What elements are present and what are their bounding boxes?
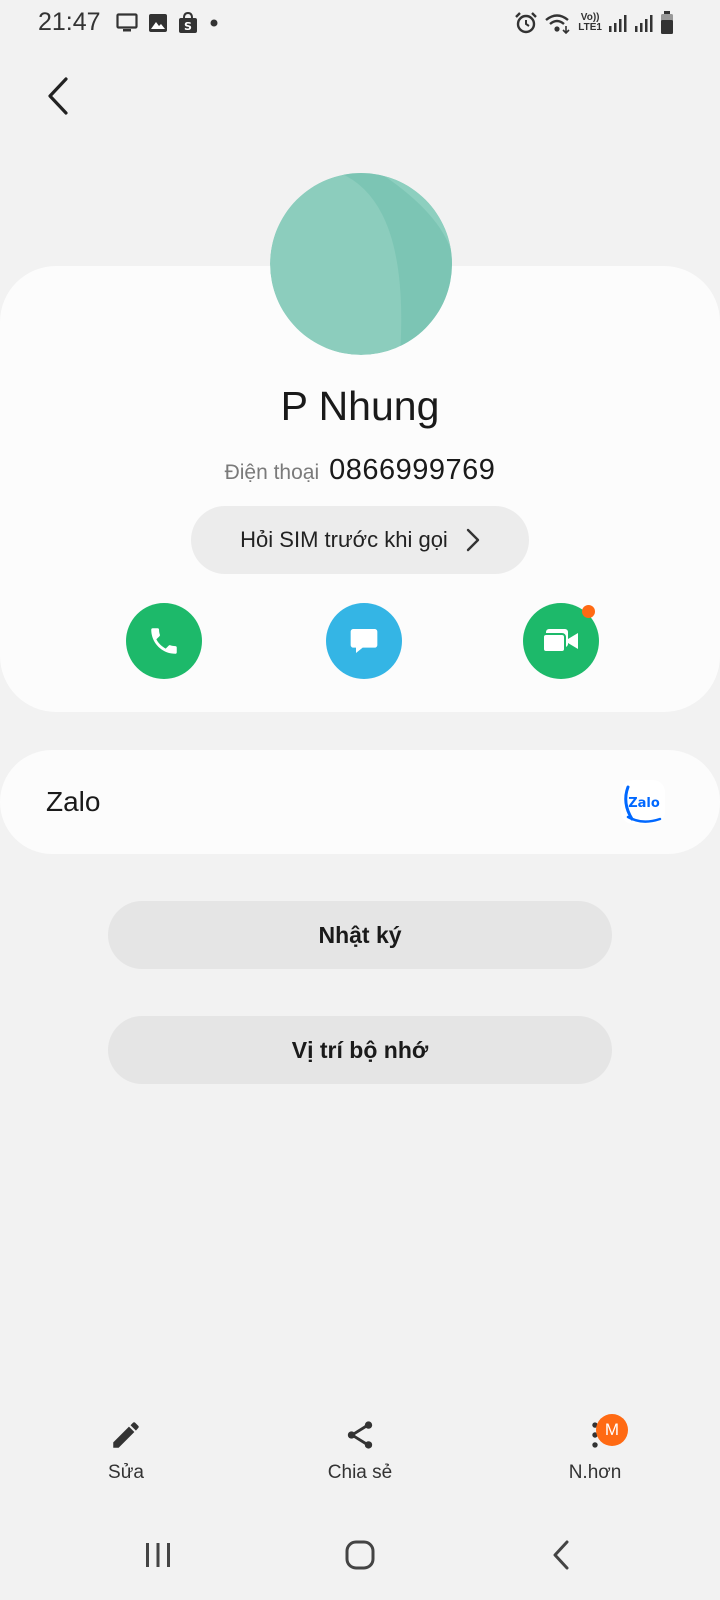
svg-text:S: S [184, 20, 192, 33]
chevron-left-icon [48, 77, 68, 115]
signal-icon [634, 13, 654, 33]
share-button[interactable]: Chia sẻ [290, 1418, 430, 1484]
more-badge: M [596, 1414, 628, 1446]
recents-icon [146, 1543, 170, 1567]
back-button[interactable] [36, 74, 80, 118]
more-label: N.hơn [568, 1462, 622, 1483]
share-icon [347, 1421, 373, 1449]
back-icon [553, 1540, 569, 1570]
log-button[interactable]: Nhật ký [108, 901, 612, 969]
battery-icon [660, 11, 674, 35]
nav-recents-button[interactable] [128, 1532, 188, 1578]
nav-back-button[interactable] [531, 1532, 591, 1578]
video-notification-dot [582, 605, 595, 618]
shopee-icon: S [178, 12, 198, 34]
call-button[interactable] [126, 603, 202, 679]
avatar[interactable] [270, 173, 452, 355]
video-icon [542, 629, 578, 653]
contact-name: P Nhung [280, 383, 440, 429]
chevron-right-icon [466, 528, 480, 552]
phone-row[interactable]: Điện thoại 0866999769 [0, 454, 720, 487]
message-button[interactable] [326, 603, 402, 679]
home-icon [345, 1540, 375, 1570]
image-icon [148, 13, 168, 33]
zalo-label: Zalo [46, 786, 101, 817]
wifi-icon [544, 12, 572, 34]
phone-number[interactable]: 0866999769 [329, 454, 495, 487]
zalo-row[interactable] [0, 750, 720, 854]
sim-select-label: Hỏi SIM trước khi gọi [240, 527, 448, 552]
volte-icon: Vo)) LTE1 [578, 13, 602, 33]
sim-select-button[interactable]: Hỏi SIM trước khi gọi [191, 506, 529, 574]
status-time: 21:47 [38, 8, 101, 36]
dot-icon [208, 17, 220, 29]
phone-icon [151, 628, 177, 654]
phone-type-label: Điện thoại [224, 461, 320, 484]
storage-location-button[interactable]: Vị trí bộ nhớ [108, 1016, 612, 1084]
volte-label-bottom: LTE1 [578, 22, 602, 33]
signal-icon [608, 13, 628, 33]
status-icons-left: S [116, 10, 220, 36]
edit-label: Sửa [108, 1462, 144, 1483]
status-icons-right: Vo)) LTE1 [514, 8, 674, 38]
edit-button[interactable]: Sửa [56, 1418, 196, 1484]
share-label: Chia sẻ [327, 1462, 393, 1483]
nav-home-button[interactable] [330, 1532, 390, 1578]
monitor-icon [116, 13, 138, 33]
message-icon [350, 629, 378, 653]
more-button[interactable]: N.hơn [525, 1418, 665, 1484]
pencil-icon [113, 1422, 139, 1448]
zalo-logo-icon[interactable]: Zalo [620, 779, 666, 825]
alarm-icon [514, 11, 538, 35]
zalo-logo-text: Zalo [628, 796, 660, 811]
